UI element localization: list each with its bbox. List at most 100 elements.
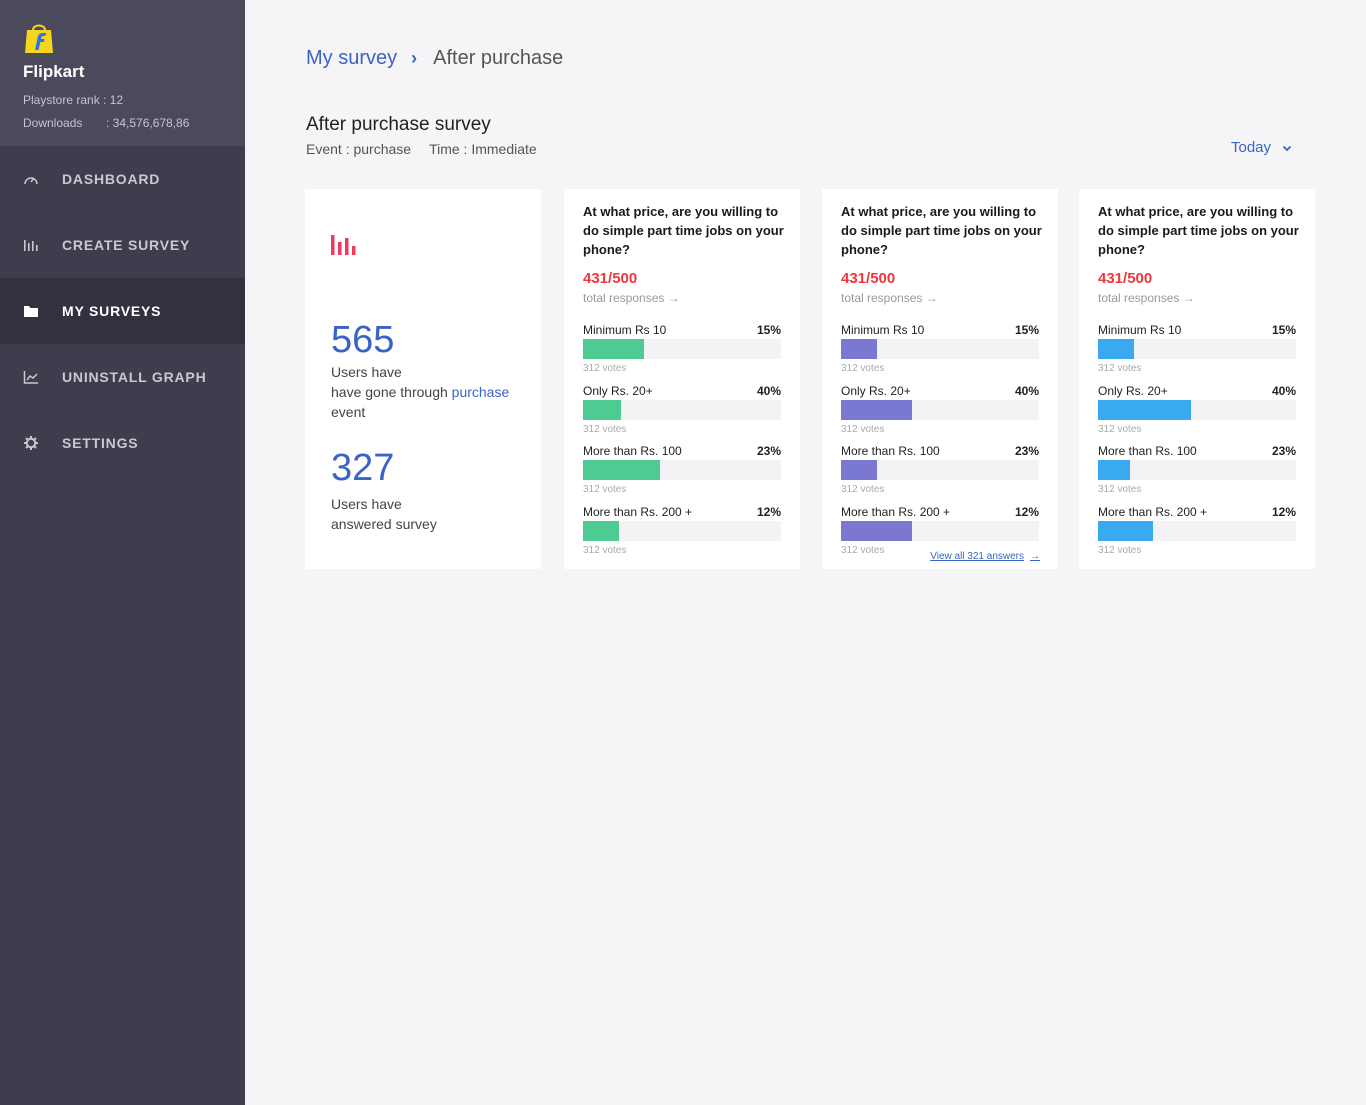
option-percent: 12% xyxy=(1014,504,1039,519)
option-votes: 312 votes xyxy=(1098,423,1142,435)
sidebar-item-label: DASHBOARD xyxy=(62,171,161,187)
sidebar-item-settings[interactable]: SETTINGS xyxy=(0,410,245,476)
option-label: Minimum Rs 10 xyxy=(841,323,925,337)
flipkart-logo-icon xyxy=(25,24,53,53)
downloads-row: Downloads: 34,576,678,86 xyxy=(23,116,189,130)
response-count: 431/500 xyxy=(1098,270,1153,287)
sidebar-item-dashboard[interactable]: DASHBOARD xyxy=(0,146,245,212)
chevron-down-icon xyxy=(1282,145,1292,151)
option-bar-fill xyxy=(583,339,645,359)
option-bar-track xyxy=(583,520,781,541)
option-label: More than Rs. 100 xyxy=(583,444,682,458)
option-label: Minimum Rs 10 xyxy=(583,323,667,337)
option-bar-track xyxy=(841,520,1039,541)
chevron-right-icon: › xyxy=(411,48,418,68)
users-answered-count: 327 xyxy=(331,447,395,489)
option-bar-fill xyxy=(841,339,877,359)
option-votes: 312 votes xyxy=(1098,363,1142,374)
stat-text-line: have gone through xyxy=(331,384,448,400)
option-percent: 40% xyxy=(1014,383,1039,398)
option-bar-fill xyxy=(583,460,661,480)
sidebar-item-label: MY SURVEYS xyxy=(62,303,162,319)
answer-option: Minimum Rs 10 15% 312 votes xyxy=(1098,323,1296,383)
answer-option: More than Rs. 200 + 12% 312 votes xyxy=(583,505,781,565)
bar-chart-icon xyxy=(23,237,39,253)
option-label: More than Rs. 200 + xyxy=(1098,504,1208,519)
survey-event: Event : purchase xyxy=(306,141,412,157)
option-label: Minimum Rs 10 xyxy=(1098,323,1182,337)
option-votes: 312 votes xyxy=(583,363,627,374)
option-label: Only Rs. 20+ xyxy=(583,383,653,398)
sidebar: Flipkart Playstore rank : 12 Downloads: … xyxy=(0,0,245,1105)
option-bar-track xyxy=(1098,339,1296,359)
option-label: More than Rs. 100 xyxy=(841,444,940,458)
option-bar-fill xyxy=(1098,399,1192,420)
users-event-text: Users have have gone through purchase ev… xyxy=(331,362,531,422)
brand-name: Flipkart xyxy=(23,62,85,81)
playstore-rank: Playstore rank : 12 xyxy=(23,93,124,107)
option-bar-track xyxy=(1098,520,1296,541)
option-percent: 23% xyxy=(1014,444,1039,458)
option-votes: 312 votes xyxy=(1098,484,1142,495)
date-filter-label: Today xyxy=(1231,139,1272,156)
option-bar-track xyxy=(841,339,1039,359)
purchase-event-link[interactable]: purchase xyxy=(452,384,510,400)
survey-meta: Event : purchase Time : Immediate xyxy=(306,141,537,157)
option-bar-fill xyxy=(583,520,619,541)
option-bar-fill xyxy=(1098,339,1134,359)
question-title: At what price, are you willing to do sim… xyxy=(1098,204,1299,257)
answer-option: More than Rs. 100 23% 312 votes xyxy=(583,444,781,504)
option-bar-fill xyxy=(1098,520,1154,541)
option-percent: 23% xyxy=(1271,444,1296,458)
option-label: More than Rs. 200 + xyxy=(841,504,951,519)
sidebar-item-label: CREATE SURVEY xyxy=(62,237,191,253)
stat-text-line: event xyxy=(331,404,366,420)
answer-option: More than Rs. 100 23% 312 votes xyxy=(1098,444,1296,504)
total-responses-link[interactable]: total responses → xyxy=(1098,291,1195,305)
option-percent: 12% xyxy=(1271,504,1296,519)
total-responses-link[interactable]: total responses → xyxy=(583,291,680,305)
option-percent: 40% xyxy=(756,383,781,398)
downloads-label: Downloads xyxy=(23,116,83,130)
date-filter-dropdown[interactable]: Today xyxy=(1231,139,1293,156)
sidebar-nav: DASHBOARD CREATE SURVEY MY SURVEYS UNINS… xyxy=(0,146,245,476)
option-label: More than Rs. 200 + xyxy=(583,504,693,519)
option-bar-fill xyxy=(583,399,621,420)
option-bar-track xyxy=(583,339,781,359)
option-bar-track xyxy=(1098,460,1296,480)
option-bar-track xyxy=(583,460,781,480)
sidebar-item-create-survey[interactable]: CREATE SURVEY xyxy=(0,212,245,278)
option-bar-track xyxy=(583,399,781,420)
view-all-label: View all 321 answers xyxy=(930,551,1024,562)
answer-option: More than Rs. 100 23% 312 votes xyxy=(841,444,1039,504)
option-bar-fill xyxy=(841,520,913,541)
sidebar-item-uninstall-graph[interactable]: UNINSTALL GRAPH xyxy=(0,344,245,410)
option-bar-track xyxy=(841,399,1039,420)
gear-icon xyxy=(23,435,39,451)
breadcrumb: My survey › After purchase xyxy=(306,47,563,70)
arrow-right-icon: → xyxy=(1030,551,1040,562)
answer-option: Only Rs. 20+ 40% 312 votes xyxy=(1098,384,1296,444)
option-bar-fill xyxy=(841,399,913,420)
option-bar-track xyxy=(1098,399,1296,420)
answer-option: Only Rs. 20+ 40% 312 votes xyxy=(841,384,1039,444)
response-count: 431/500 xyxy=(841,270,896,287)
question-title: At what price, are you willing to do sim… xyxy=(841,204,1042,257)
answer-option: Minimum Rs 10 15% 312 votes xyxy=(841,323,1039,383)
option-votes: 312 votes xyxy=(841,363,885,374)
breadcrumb-my-survey[interactable]: My survey xyxy=(306,47,397,70)
option-percent: 15% xyxy=(1014,323,1039,337)
question-card: At what price, are you willing to do sim… xyxy=(564,189,800,569)
option-label: Only Rs. 20+ xyxy=(1098,383,1168,398)
users-event-count: 565 xyxy=(331,319,395,361)
total-responses-link[interactable]: total responses → xyxy=(841,291,938,305)
page-title: After purchase survey xyxy=(306,114,491,135)
option-votes: 312 votes xyxy=(583,484,627,495)
view-all-answers-link[interactable]: View all 321 answers → xyxy=(930,551,1040,562)
option-label: More than Rs. 100 xyxy=(1098,444,1197,458)
option-bar-fill xyxy=(1098,460,1130,480)
sidebar-item-my-surveys[interactable]: MY SURVEYS xyxy=(0,278,245,344)
brand-panel: Flipkart Playstore rank : 12 Downloads: … xyxy=(0,0,245,146)
question-card: At what price, are you willing to do sim… xyxy=(1079,189,1315,569)
survey-time: Time : Immediate xyxy=(429,141,537,157)
